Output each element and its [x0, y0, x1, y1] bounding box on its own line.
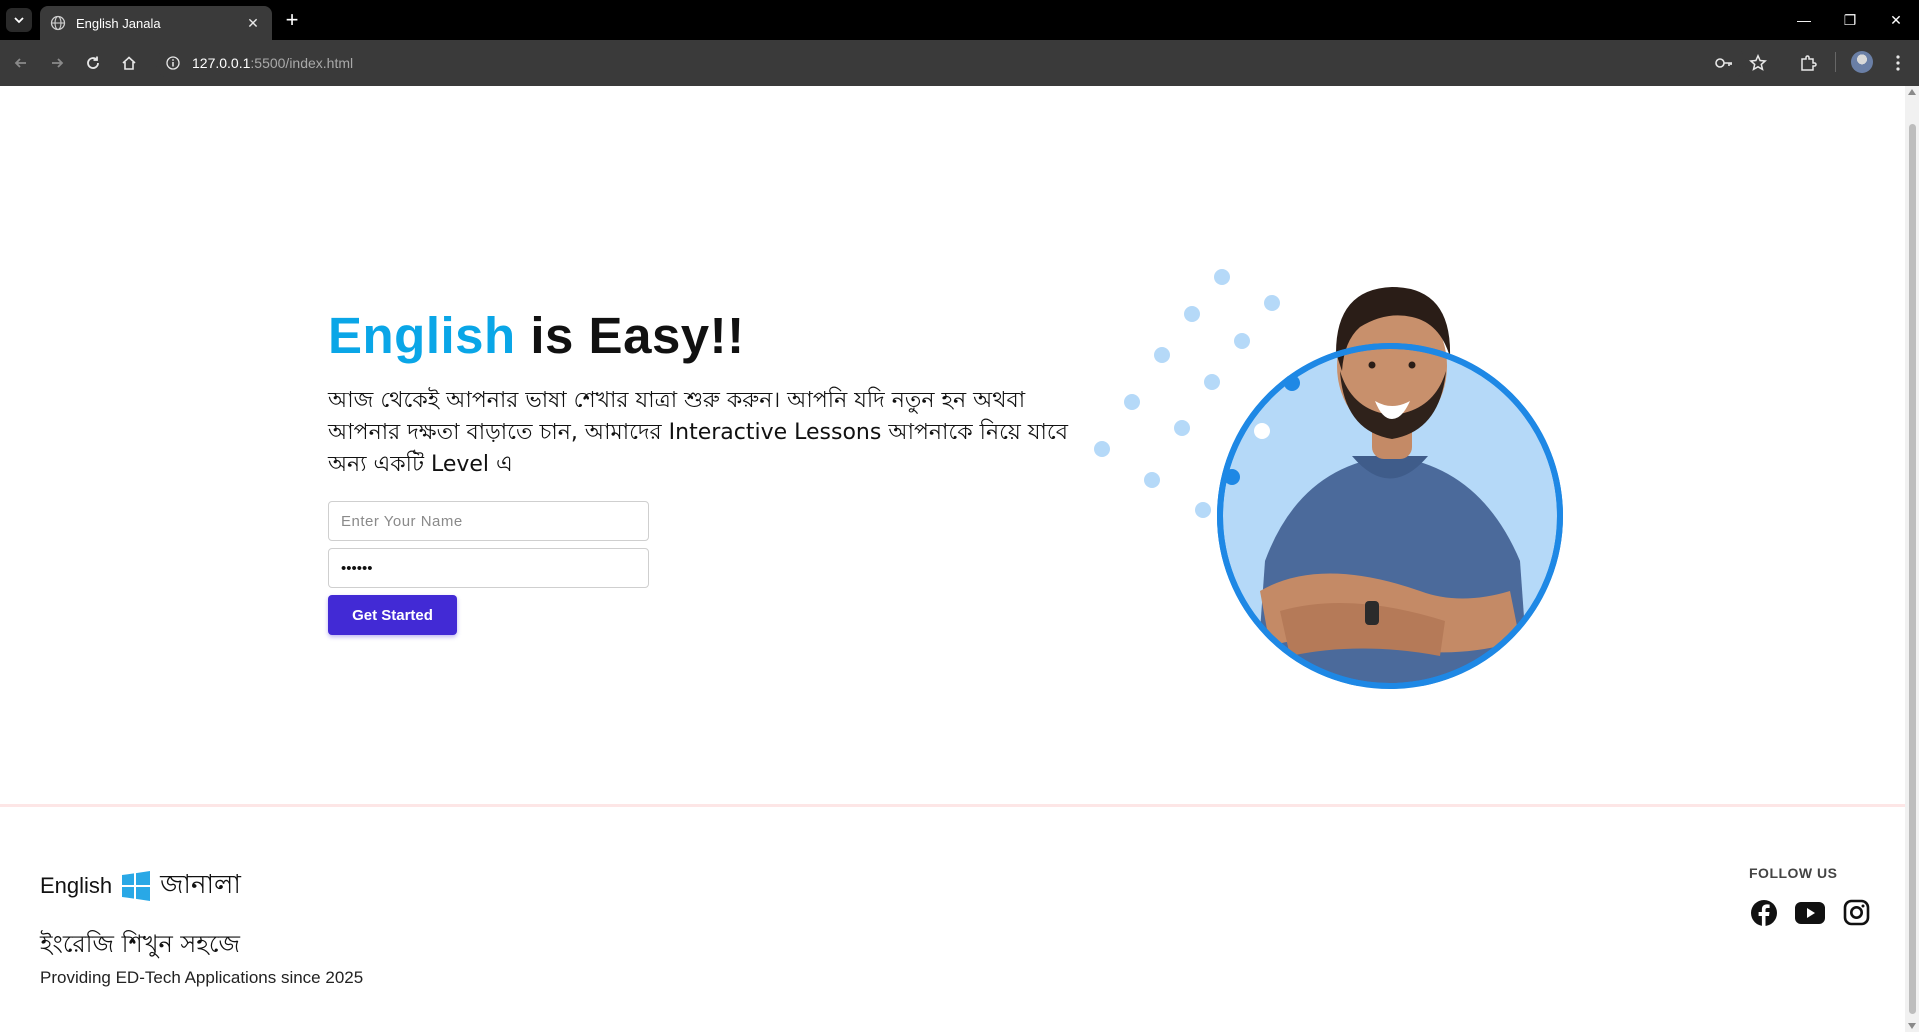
get-started-button[interactable]: Get Started: [328, 595, 457, 635]
url-host: 127.0.0.1: [192, 55, 251, 71]
browser-toolbar: 127.0.0.1:5500/index.html: [0, 40, 1919, 86]
browser-tab-strip: English Janala ✕ + — ❐ ✕: [0, 0, 1919, 40]
active-tab[interactable]: English Janala ✕: [40, 6, 272, 40]
social-links: [1749, 898, 1871, 927]
hero-title: English is Easy!!: [328, 306, 1088, 365]
close-window-button[interactable]: ✕: [1882, 8, 1910, 32]
portrait-circle: [1217, 287, 1563, 689]
hero-title-rest: is Easy!!: [515, 307, 745, 364]
toolbar-divider: [1835, 52, 1836, 72]
scroll-up-arrow[interactable]: [1908, 89, 1916, 95]
back-arrow-icon: [14, 58, 26, 68]
logo-bangla-text: জানালা: [160, 870, 241, 900]
url-path: :5500/index.html: [250, 55, 354, 71]
new-tab-button[interactable]: +: [280, 9, 304, 33]
home-icon: [122, 56, 136, 70]
address-bar[interactable]: 127.0.0.1:5500/index.html: [156, 47, 1746, 79]
tab-title: English Janala: [76, 15, 161, 31]
footer-divider: [0, 804, 1905, 807]
hero-illustration: [1090, 261, 1570, 781]
facebook-icon[interactable]: [1749, 898, 1778, 927]
hero-title-accent: English: [328, 307, 516, 364]
footer-tagline: ইংরেজি শিখুন সহজে: [40, 930, 240, 958]
hero-section: English is Easy!! আজ থেকেই আপনার ভাষা শে…: [328, 306, 1088, 635]
forward-arrow-icon: [52, 58, 64, 68]
chevron-down-icon: [14, 17, 24, 24]
forward-button[interactable]: [44, 50, 70, 76]
youtube-icon[interactable]: [1794, 898, 1826, 927]
tab-search-button[interactable]: [6, 8, 32, 32]
hero-description: আজ থেকেই আপনার ভাষা শেখার যাত্রা শুরু কর…: [328, 388, 1069, 477]
decor-dot: [1314, 332, 1330, 348]
decor-dot: [1284, 375, 1300, 391]
scroll-down-arrow[interactable]: [1908, 1023, 1916, 1029]
page-scrollbar[interactable]: [1905, 86, 1919, 1032]
page-viewport: English is Easy!! আজ থেকেই আপনার ভাষা শে…: [0, 86, 1905, 1032]
bookmark-star-icon[interactable]: [1746, 51, 1770, 75]
restore-button[interactable]: ❐: [1836, 8, 1864, 32]
site-info-icon[interactable]: [166, 56, 180, 70]
reload-button[interactable]: [80, 50, 106, 76]
tab-close-icon[interactable]: ✕: [244, 15, 262, 32]
profile-avatar[interactable]: [1851, 51, 1873, 73]
minimize-button[interactable]: —: [1790, 8, 1818, 32]
reload-icon: [87, 56, 99, 69]
extensions-puzzle-icon[interactable]: [1796, 51, 1820, 75]
scroll-thumb[interactable]: [1909, 124, 1916, 1014]
decor-dot: [1224, 469, 1240, 485]
password-input[interactable]: [328, 548, 649, 588]
windows-logo-icon: [122, 871, 151, 901]
instagram-icon[interactable]: [1842, 898, 1871, 927]
menu-dots-icon[interactable]: [1886, 51, 1910, 75]
footer-logo[interactable]: English জানালা: [40, 864, 241, 908]
footer-since-text: Providing ED-Tech Applications since 202…: [40, 968, 364, 987]
password-key-icon[interactable]: [1712, 51, 1736, 75]
follow-us-label: FOLLOW US: [1749, 865, 1838, 881]
logo-english-text: English: [40, 873, 113, 898]
back-button[interactable]: [8, 50, 34, 76]
globe-icon: [50, 15, 66, 31]
home-button[interactable]: [116, 50, 142, 76]
name-input[interactable]: [328, 501, 649, 541]
decor-dot: [1254, 423, 1270, 439]
